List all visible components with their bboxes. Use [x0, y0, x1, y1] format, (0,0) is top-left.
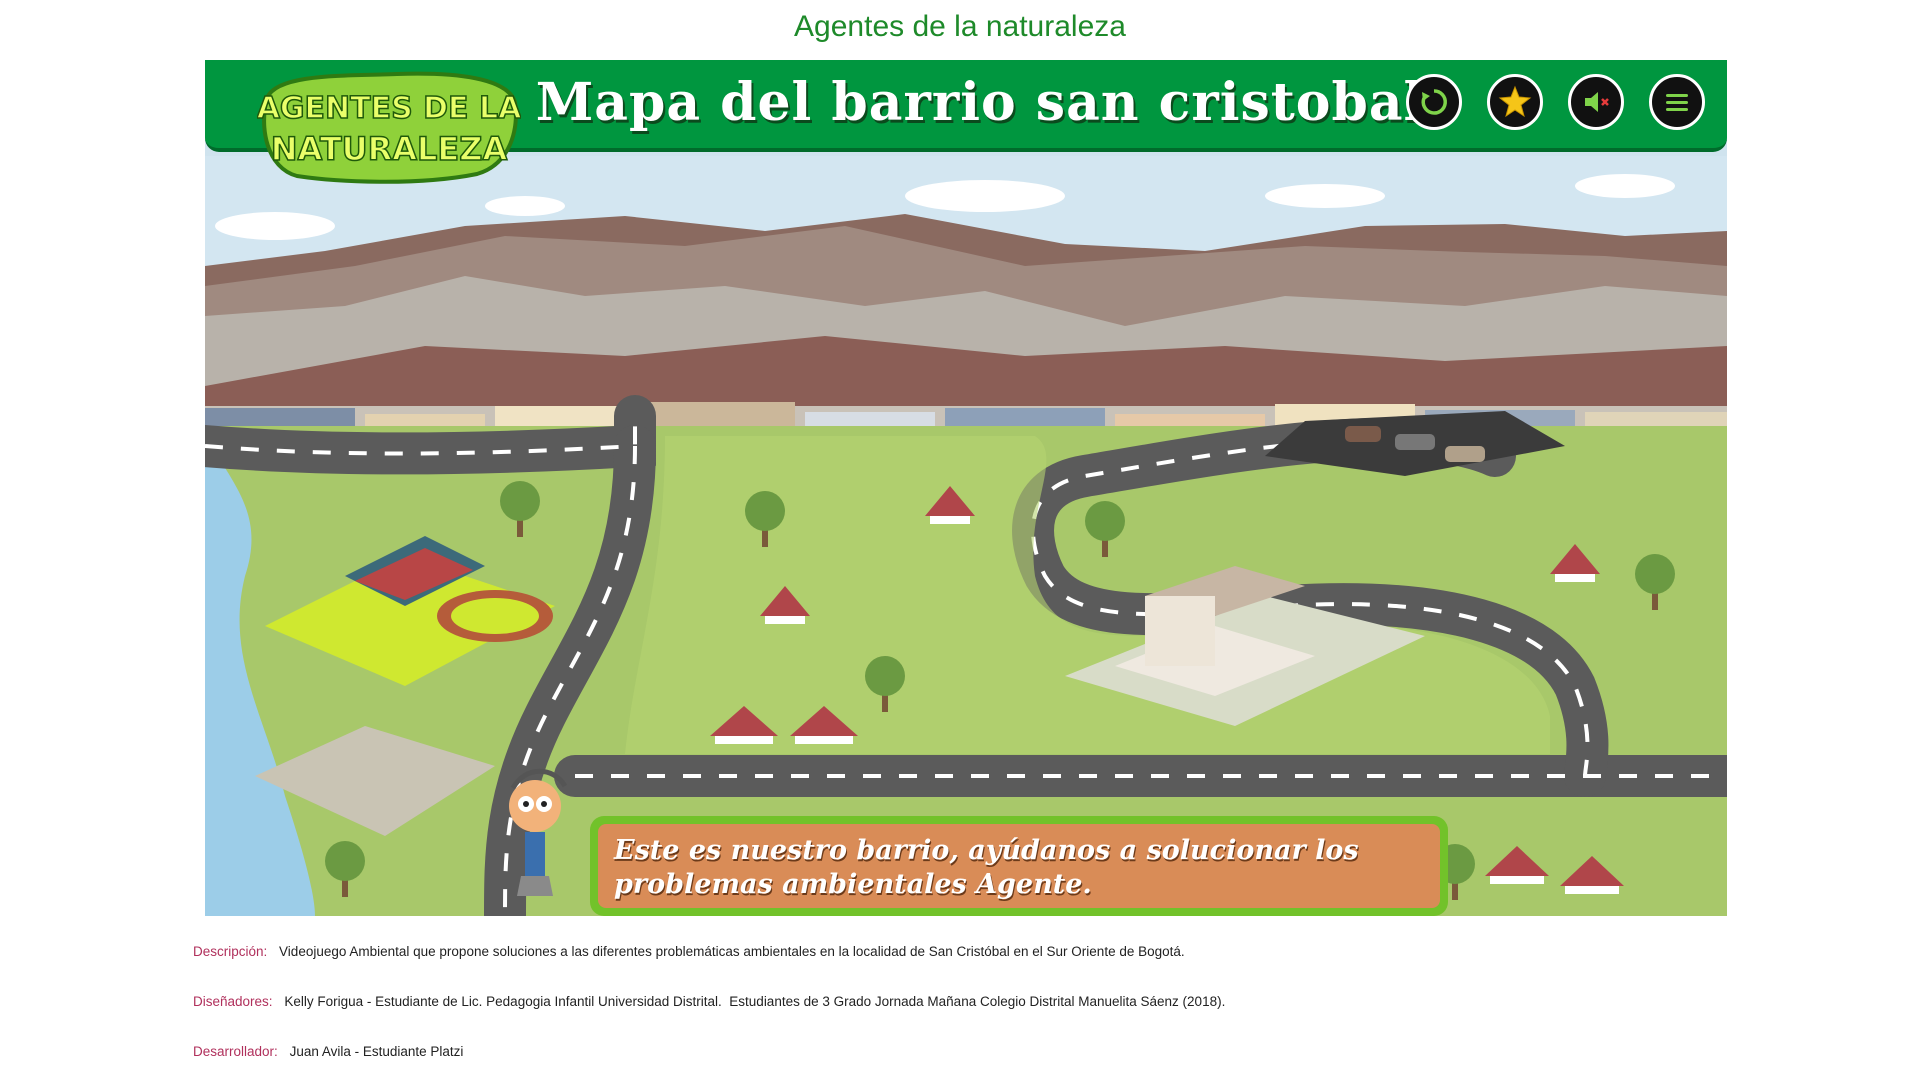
- game-frame[interactable]: Mapa del barrio san cristobal AGENTES DE…: [205, 60, 1727, 916]
- description-label: Descripción:: [193, 944, 268, 959]
- speaker-muted-icon: [1585, 92, 1609, 112]
- designers-row: Diseñadores: Kelly Forigua - Estudiante …: [193, 994, 1225, 1009]
- description-text: Videojuego Ambiental que propone solucio…: [279, 944, 1185, 959]
- menu-button[interactable]: [1649, 74, 1705, 130]
- description-row: Descripción: Videojuego Ambiental que pr…: [193, 944, 1185, 959]
- designers-label: Diseñadores:: [193, 994, 273, 1009]
- dialog-text: Este es nuestro barrio, ayúdanos a soluc…: [598, 824, 1440, 908]
- star-button[interactable]: [1487, 74, 1543, 130]
- designers-text: Kelly Forigua - Estudiante de Lic. Pedag…: [284, 994, 1226, 1009]
- sound-button[interactable]: [1568, 74, 1624, 130]
- developer-text: Juan Avila - Estudiante Platzi: [289, 1044, 464, 1059]
- restart-button[interactable]: [1406, 74, 1462, 130]
- developer-label: Desarrollador:: [193, 1044, 278, 1059]
- star-icon: [1498, 85, 1532, 118]
- svg-text:NATURALEZA: NATURALEZA: [271, 130, 508, 168]
- neighborhood-map[interactable]: [205, 156, 1727, 916]
- game-logo: AGENTES DE LA NATURALEZA: [257, 71, 521, 184]
- restart-icon: [1421, 89, 1447, 115]
- hamburger-menu-icon: [1666, 94, 1688, 111]
- svg-text:AGENTES DE LA: AGENTES DE LA: [257, 91, 521, 126]
- dialog-box[interactable]: Este es nuestro barrio, ayúdanos a soluc…: [590, 816, 1448, 916]
- page-title: Agentes de la naturaleza: [794, 10, 1126, 43]
- developer-row: Desarrollador: Juan Avila - Estudiante P…: [193, 1044, 463, 1059]
